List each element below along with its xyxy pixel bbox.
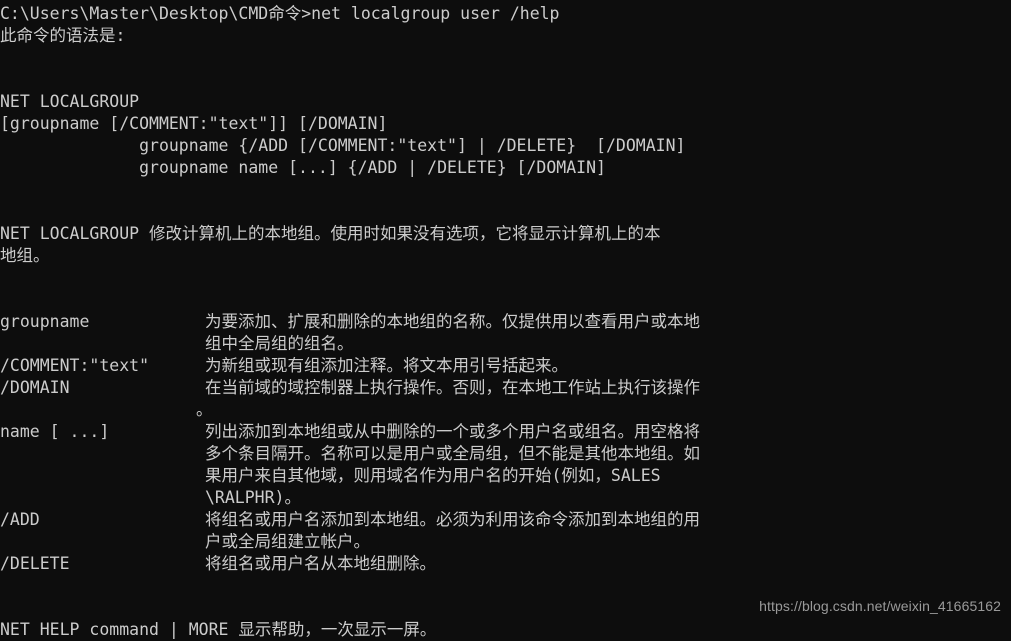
param-row-delete: /DELETE 将组名或用户名从本地组删除。: [0, 553, 1011, 575]
param-term-comment: /COMMENT:"text": [0, 356, 150, 375]
param-desc-add-2: 户或全局组建立帐户。: [205, 532, 370, 551]
param-row-groupname: groupname 为要添加、扩展和删除的本地组的名称。仅提供用以查看用户或本地: [0, 311, 1011, 333]
param-term-groupname: groupname: [0, 312, 90, 331]
param-row-domain-cont: 。: [0, 399, 1011, 421]
param-desc-groupname: 为要添加、扩展和删除的本地组的名称。仅提供用以查看用户或本地: [205, 312, 700, 331]
param-row-name-cont-2: 果用户来自其他域，则用域名作为用户名的开始(例如，SALES: [0, 465, 1011, 487]
syntax-usage-line-2: groupname {/ADD [/COMMENT:"text"] | /DEL…: [0, 136, 686, 155]
console-text-area[interactable]: C:\Users\Master\Desktop\CMD命令>net localg…: [0, 3, 1011, 641]
param-desc-delete: 将组名或用户名从本地组删除。: [205, 554, 436, 573]
syntax-intro-line: 此命令的语法是:: [0, 26, 126, 45]
param-desc-add: 将组名或用户名添加到本地组。必须为利用该命令添加到本地组的用: [205, 510, 700, 529]
param-desc-comment: 为新组或现有组添加注释。将文本用引号括起来。: [205, 356, 568, 375]
param-term-add: /ADD: [0, 510, 40, 529]
param-term-name: name [ ...]: [0, 422, 110, 441]
syntax-usage-line-1: [groupname [/COMMENT:"text"]] [/DOMAIN]: [0, 114, 388, 133]
param-row-domain: /DOMAIN 在当前域的域控制器上执行操作。否则，在本地工作站上执行该操作: [0, 377, 1011, 399]
param-term-delete: /DELETE: [0, 554, 70, 573]
param-desc-groupname-2: 组中全局组的组名。: [205, 334, 354, 353]
csdn-blog-watermark: https://blog.csdn.net/weixin_41665162: [759, 598, 1001, 614]
param-row-add-cont: 户或全局组建立帐户。: [0, 531, 1011, 553]
command-description-line-2: 地组。: [0, 246, 50, 265]
param-desc-domain-2: 。: [196, 400, 213, 419]
cmd-console-window[interactable]: C:\Users\Master\Desktop\CMD命令>net localg…: [0, 0, 1011, 639]
param-row-comment: /COMMENT:"text" 为新组或现有组添加注释。将文本用引号括起来。: [0, 355, 1011, 377]
param-term-domain: /DOMAIN: [0, 378, 70, 397]
prompt-line: C:\Users\Master\Desktop\CMD命令>net localg…: [0, 4, 560, 23]
command-description-line-1: NET LOCALGROUP 修改计算机上的本地组。使用时如果没有选项，它将显示…: [0, 224, 661, 243]
param-desc-name-4: \RALPHR)。: [205, 488, 301, 507]
param-row-name-cont-1: 多个条目隔开。名称可以是用户或全局组，但不能是其他本地组。如: [0, 443, 1011, 465]
param-desc-domain: 在当前域的域控制器上执行操作。否则，在本地工作站上执行该操作: [205, 378, 700, 397]
param-row-name-cont-3: \RALPHR)。: [0, 487, 1011, 509]
param-row-name: name [ ...] 列出添加到本地组或从中删除的一个或多个用户名或组名。用空…: [0, 421, 1011, 443]
param-desc-name: 列出添加到本地组或从中删除的一个或多个用户名或组名。用空格将: [205, 422, 700, 441]
param-desc-name-3: 果用户来自其他域，则用域名作为用户名的开始(例如，SALES: [205, 466, 661, 485]
net-help-footer-line: NET HELP command | MORE 显示帮助，一次显示一屏。: [0, 620, 437, 639]
param-row-add: /ADD 将组名或用户名添加到本地组。必须为利用该命令添加到本地组的用: [0, 509, 1011, 531]
param-row-groupname-cont: 组中全局组的组名。: [0, 333, 1011, 355]
syntax-usage-line-3: groupname name [...] {/ADD | /DELETE} [/…: [0, 158, 606, 177]
param-desc-name-2: 多个条目隔开。名称可以是用户或全局组，但不能是其他本地组。如: [205, 444, 700, 463]
syntax-header-line: NET LOCALGROUP: [0, 92, 140, 111]
